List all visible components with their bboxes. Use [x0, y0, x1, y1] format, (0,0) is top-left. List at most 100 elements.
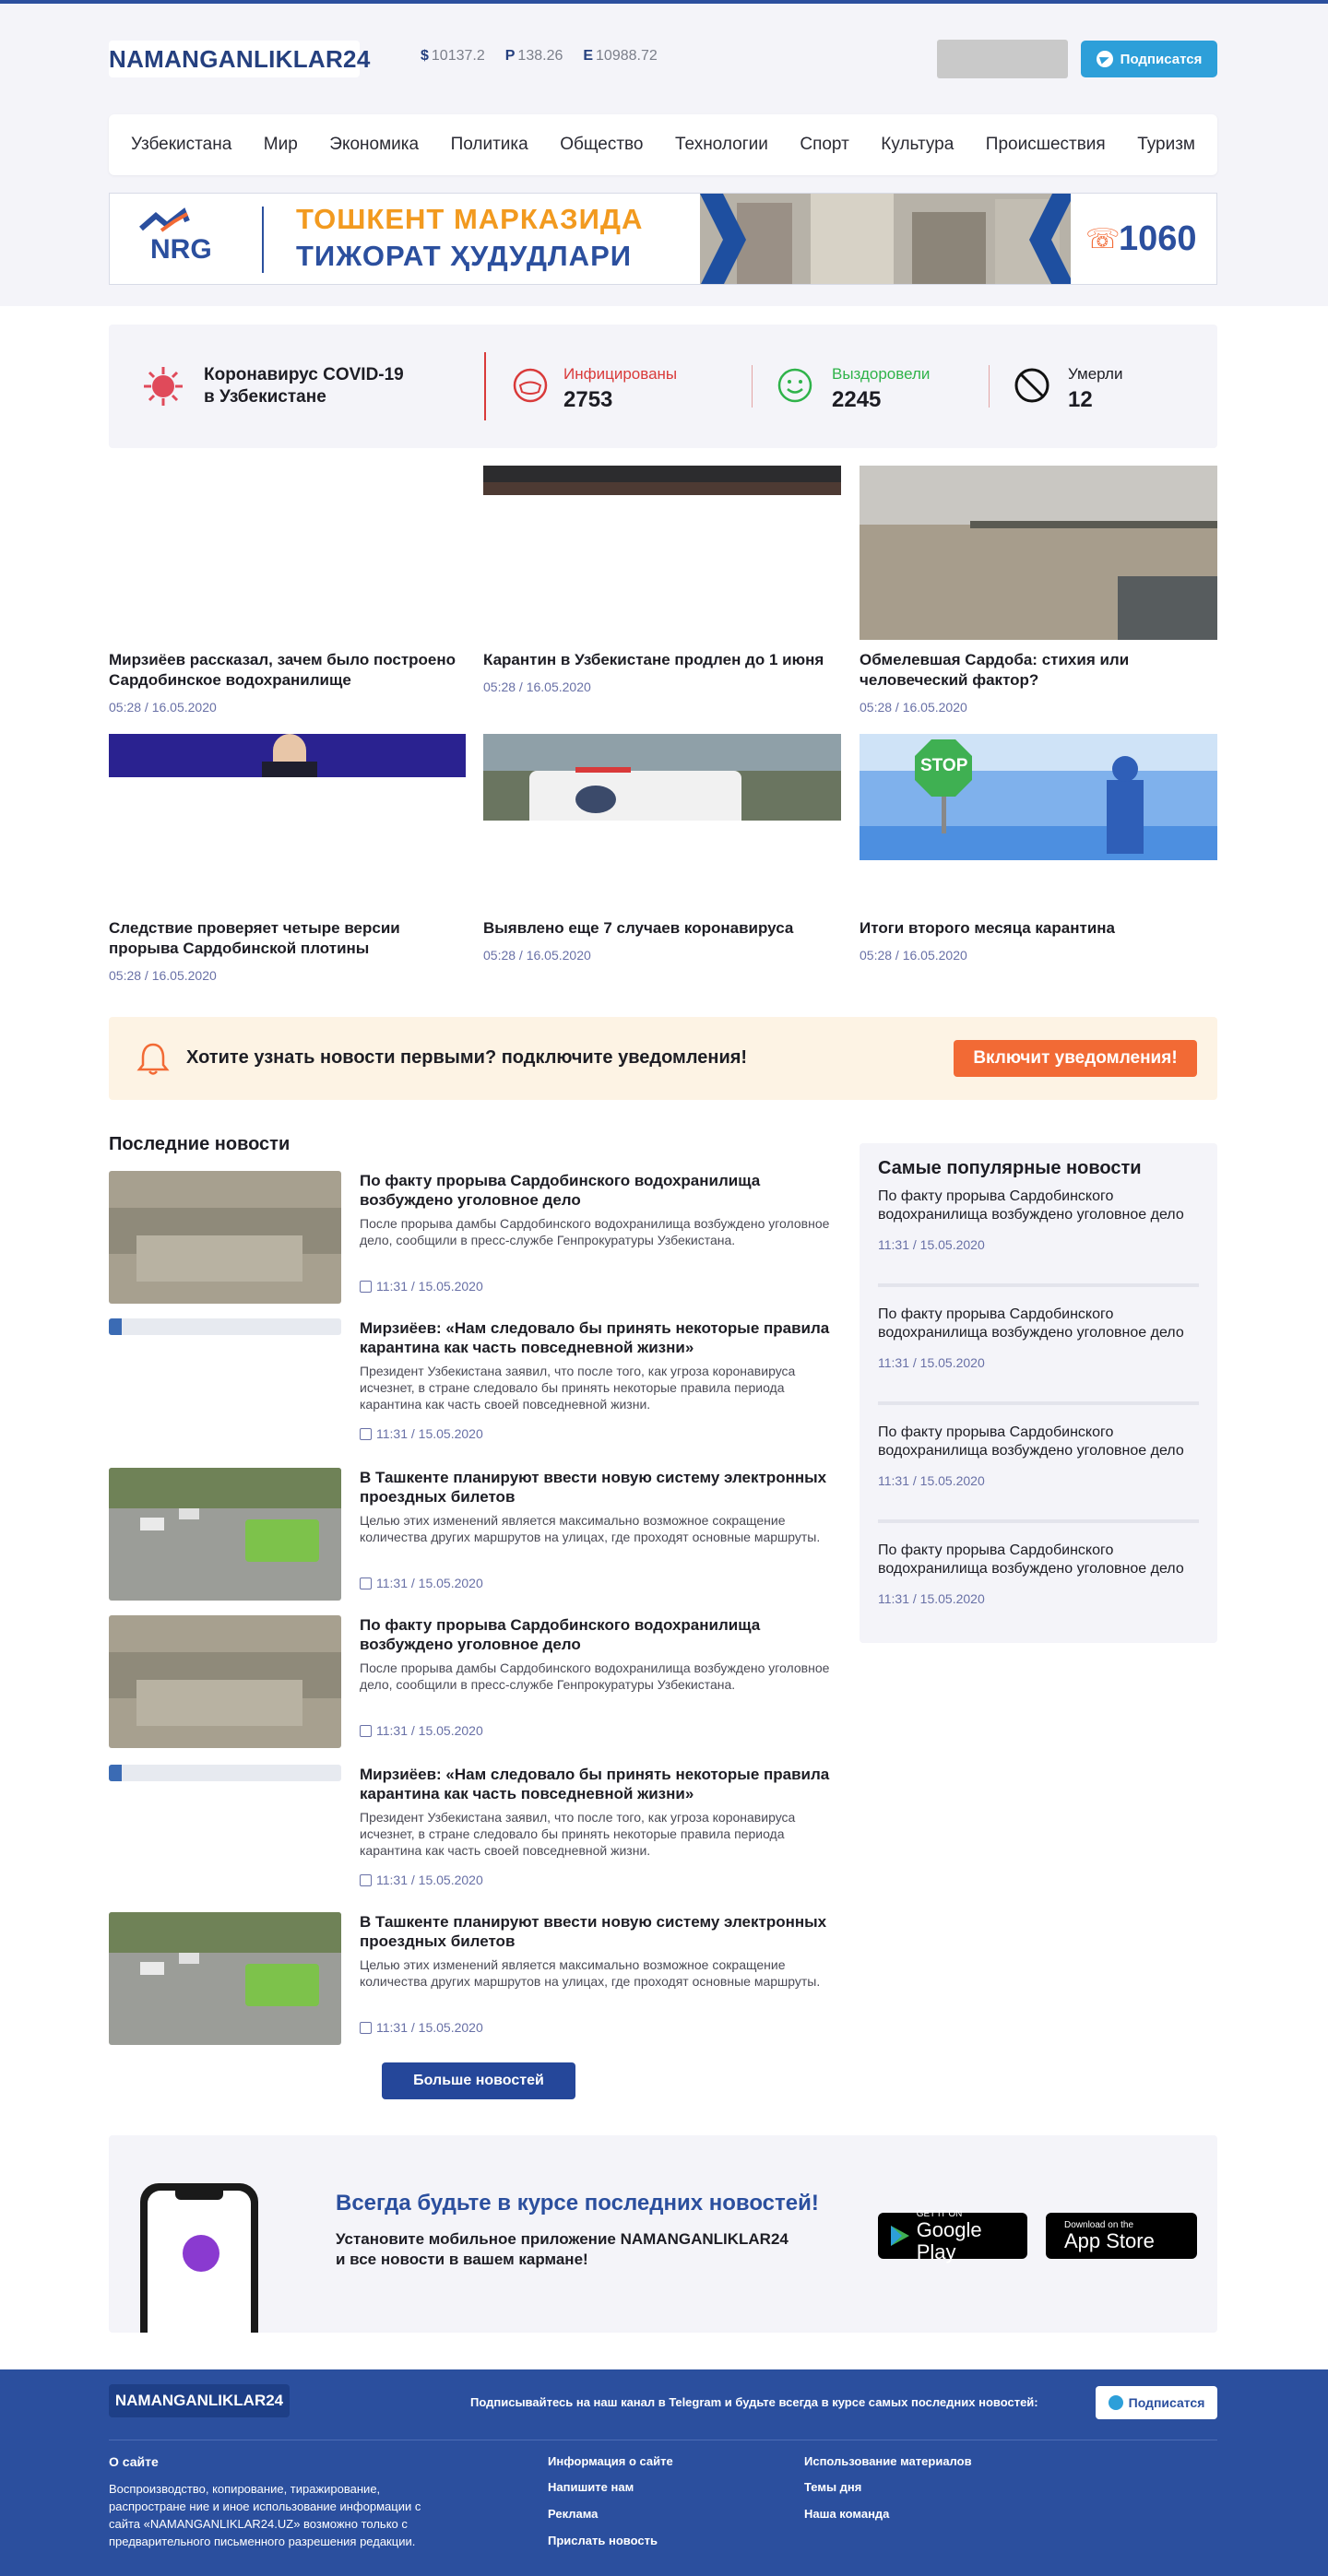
divider	[878, 1519, 1199, 1523]
google-play-button[interactable]: GET IT ON Google Play	[878, 2209, 1027, 2263]
news-card-title[interactable]: Итоги второго месяца карантина	[860, 918, 1217, 939]
news-thumb[interactable]	[109, 1912, 341, 2045]
popular-news-item[interactable]: По факту прорыва Сардобинского водохрани…	[878, 1306, 1199, 1370]
news-thumb[interactable]	[109, 1171, 341, 1304]
news-card-image[interactable]	[109, 466, 466, 640]
calendar-icon	[360, 1724, 372, 1737]
news-card-title[interactable]: Обмелевшая Сардоба: стихия или человечес…	[860, 650, 1217, 691]
stop-sign-text: STOP	[920, 756, 968, 775]
news-card-date: 05:28 / 16.05.2020	[483, 948, 591, 963]
banner-graphic	[139, 194, 1216, 284]
news-title[interactable]: В Ташкенте планируют ввести новую систем…	[360, 1912, 839, 1951]
news-thumb[interactable]	[109, 1318, 341, 1335]
site-logo[interactable]: NAMANGANLIKLAR24	[109, 41, 370, 77]
divider	[484, 352, 486, 420]
telegram-icon	[1096, 51, 1113, 67]
news-title[interactable]: В Ташкенте планируют ввести новую систем…	[360, 1468, 839, 1507]
footer-link[interactable]: Реклама	[548, 2507, 598, 2521]
enable-notifications-button[interactable]: Включит уведомления!	[954, 1040, 1197, 1077]
news-date: 11:31 / 15.05.2020	[360, 1723, 483, 1738]
news-card-title[interactable]: Выявлено еще 7 случаев коронавируса	[483, 918, 841, 939]
ad-banner[interactable]: NRG ТОШКЕНТ МАРКАЗИДА ТИЖОРАТ ҲУДУДЛАРИ …	[109, 193, 1217, 285]
footer: NAMANGANLIKLAR24 Подписывайтесь на наш к…	[0, 2369, 1328, 2576]
recovered-label: Выздоровели	[832, 365, 931, 383]
infected-value: 2753	[563, 387, 613, 412]
nav-item[interactable]: Политика	[451, 135, 528, 155]
news-thumb[interactable]	[109, 1468, 341, 1601]
app-store-button[interactable]: Download on the App Store	[1046, 2213, 1197, 2259]
divider	[752, 365, 753, 408]
calendar-icon	[360, 1577, 372, 1589]
notification-text: Хотите узнать новости первыми? подключит…	[186, 1047, 748, 1068]
footer-link[interactable]: Информация о сайте	[548, 2454, 673, 2468]
nav-item[interactable]: Экономика	[329, 135, 419, 155]
currency-rates: $10137.2 Р 138.26 Е 10988.72	[421, 48, 658, 65]
footer-link[interactable]: Темы дня	[804, 2480, 861, 2494]
popular-news-item[interactable]: По факту прорыва Сардобинского водохрани…	[878, 1424, 1199, 1488]
covid-stats: Коронавирус COVID-19 в Узбекистане Инфиц…	[109, 325, 1217, 448]
more-news-button[interactable]: Больше новостей	[382, 2062, 575, 2099]
popular-news-panel: Самые популярные новости По факту прорыв…	[860, 1143, 1217, 1643]
calendar-icon	[360, 1873, 372, 1886]
news-title[interactable]: По факту прорыва Сардобинского водохрани…	[360, 1615, 839, 1654]
news-desc: Президент Узбекистана заявил, что после …	[360, 1364, 796, 1412]
nav-item[interactable]: Технологии	[675, 135, 768, 155]
news-desc: Целью этих изменений является максимальн…	[360, 1513, 821, 1544]
news-card-image[interactable]: STOP	[860, 734, 1217, 860]
header: NAMANGANLIKLAR24 $10137.2 Р 138.26 Е 10988…	[0, 4, 1328, 306]
banner-phone: 1060	[1119, 219, 1197, 258]
footer-subscribe-button[interactable]: Подписатся	[1096, 2386, 1217, 2419]
footer-logo[interactable]: NAMANGANLIKLAR24	[109, 2384, 290, 2417]
stop-illustration	[860, 739, 1217, 860]
app-promo: Всегда будьте в курсе последних новостей…	[109, 2135, 1217, 2333]
news-card-title[interactable]: Следствие проверяет четыре версии прорыв…	[109, 918, 466, 959]
news-card-title[interactable]: Мирзиёев рассказал, зачем было построено…	[109, 650, 466, 691]
footer-link[interactable]: Наша команда	[804, 2507, 889, 2521]
news-date: 11:31 / 15.05.2020	[360, 1873, 483, 1887]
nav-item[interactable]: Общество	[560, 135, 643, 155]
news-card-image[interactable]	[483, 734, 841, 821]
news-card-image[interactable]	[860, 466, 1217, 640]
recovered-value: 2245	[832, 387, 882, 412]
popular-news-heading: Самые популярные новости	[878, 1158, 1142, 1178]
news-title[interactable]: Мирзиёев: «Нам следовало бы принять неко…	[360, 1318, 839, 1357]
footer-telegram-text: Подписывайтесь на наш канал в Telegram и…	[470, 2395, 1038, 2409]
popular-news-item[interactable]: По факту прорыва Сардобинского водохрани…	[878, 1542, 1199, 1606]
main-nav: Узбекистана Мир Экономика Политика Общес…	[109, 114, 1217, 175]
footer-link[interactable]: Напишите нам	[548, 2480, 634, 2494]
banner-line1: ТОШКЕНТ МАРКАЗИДА	[296, 203, 644, 235]
nav-item[interactable]: Спорт	[800, 135, 848, 155]
footer-link[interactable]: Прислать новость	[548, 2534, 658, 2547]
rate-usd: $10137.2	[421, 48, 485, 64]
nav-item[interactable]: Мир	[264, 135, 298, 155]
footer-about-title: О сайте	[109, 2454, 159, 2469]
phone-icon: ☏	[1085, 224, 1120, 254]
rate-rub: Р 138.26	[504, 48, 563, 64]
news-thumb[interactable]	[109, 1615, 341, 1748]
nav-item[interactable]: Культура	[881, 135, 954, 155]
news-date: 11:31 / 15.05.2020	[360, 2020, 483, 2035]
footer-link[interactable]: Использование материалов	[804, 2454, 972, 2468]
nav-item[interactable]: Происшествия	[986, 135, 1106, 155]
news-title[interactable]: По факту прорыва Сардобинского водохрани…	[360, 1171, 839, 1210]
divider	[989, 365, 990, 408]
mask-icon	[512, 367, 549, 408]
nav-item[interactable]: Туризм	[1137, 135, 1195, 155]
news-card-date: 05:28 / 16.05.2020	[109, 700, 217, 715]
news-title[interactable]: Мирзиёев: «Нам следовало бы принять неко…	[360, 1765, 839, 1803]
nav-item[interactable]: Узбекистана	[131, 135, 231, 155]
news-card-image[interactable]	[109, 734, 466, 777]
infected-label: Инфицированы	[563, 365, 678, 383]
telegram-subscribe-button[interactable]: Подписатся	[1081, 41, 1217, 77]
news-card-title[interactable]: Карантин в Узбекистане продлен до 1 июня	[483, 650, 841, 670]
virus-icon	[142, 365, 184, 412]
calendar-icon	[360, 1280, 372, 1293]
app-promo-text: Установите мобильное приложение NAMANGAN…	[336, 2230, 788, 2268]
ad-placeholder	[937, 40, 1068, 78]
smile-icon	[777, 367, 813, 408]
news-card-image[interactable]	[483, 466, 841, 495]
news-date: 11:31 / 15.05.2020	[360, 1426, 483, 1441]
popular-news-item[interactable]: По факту прорыва Сардобинского водохрани…	[878, 1188, 1199, 1252]
prohibited-icon	[1014, 367, 1050, 408]
news-thumb[interactable]	[109, 1765, 341, 1781]
